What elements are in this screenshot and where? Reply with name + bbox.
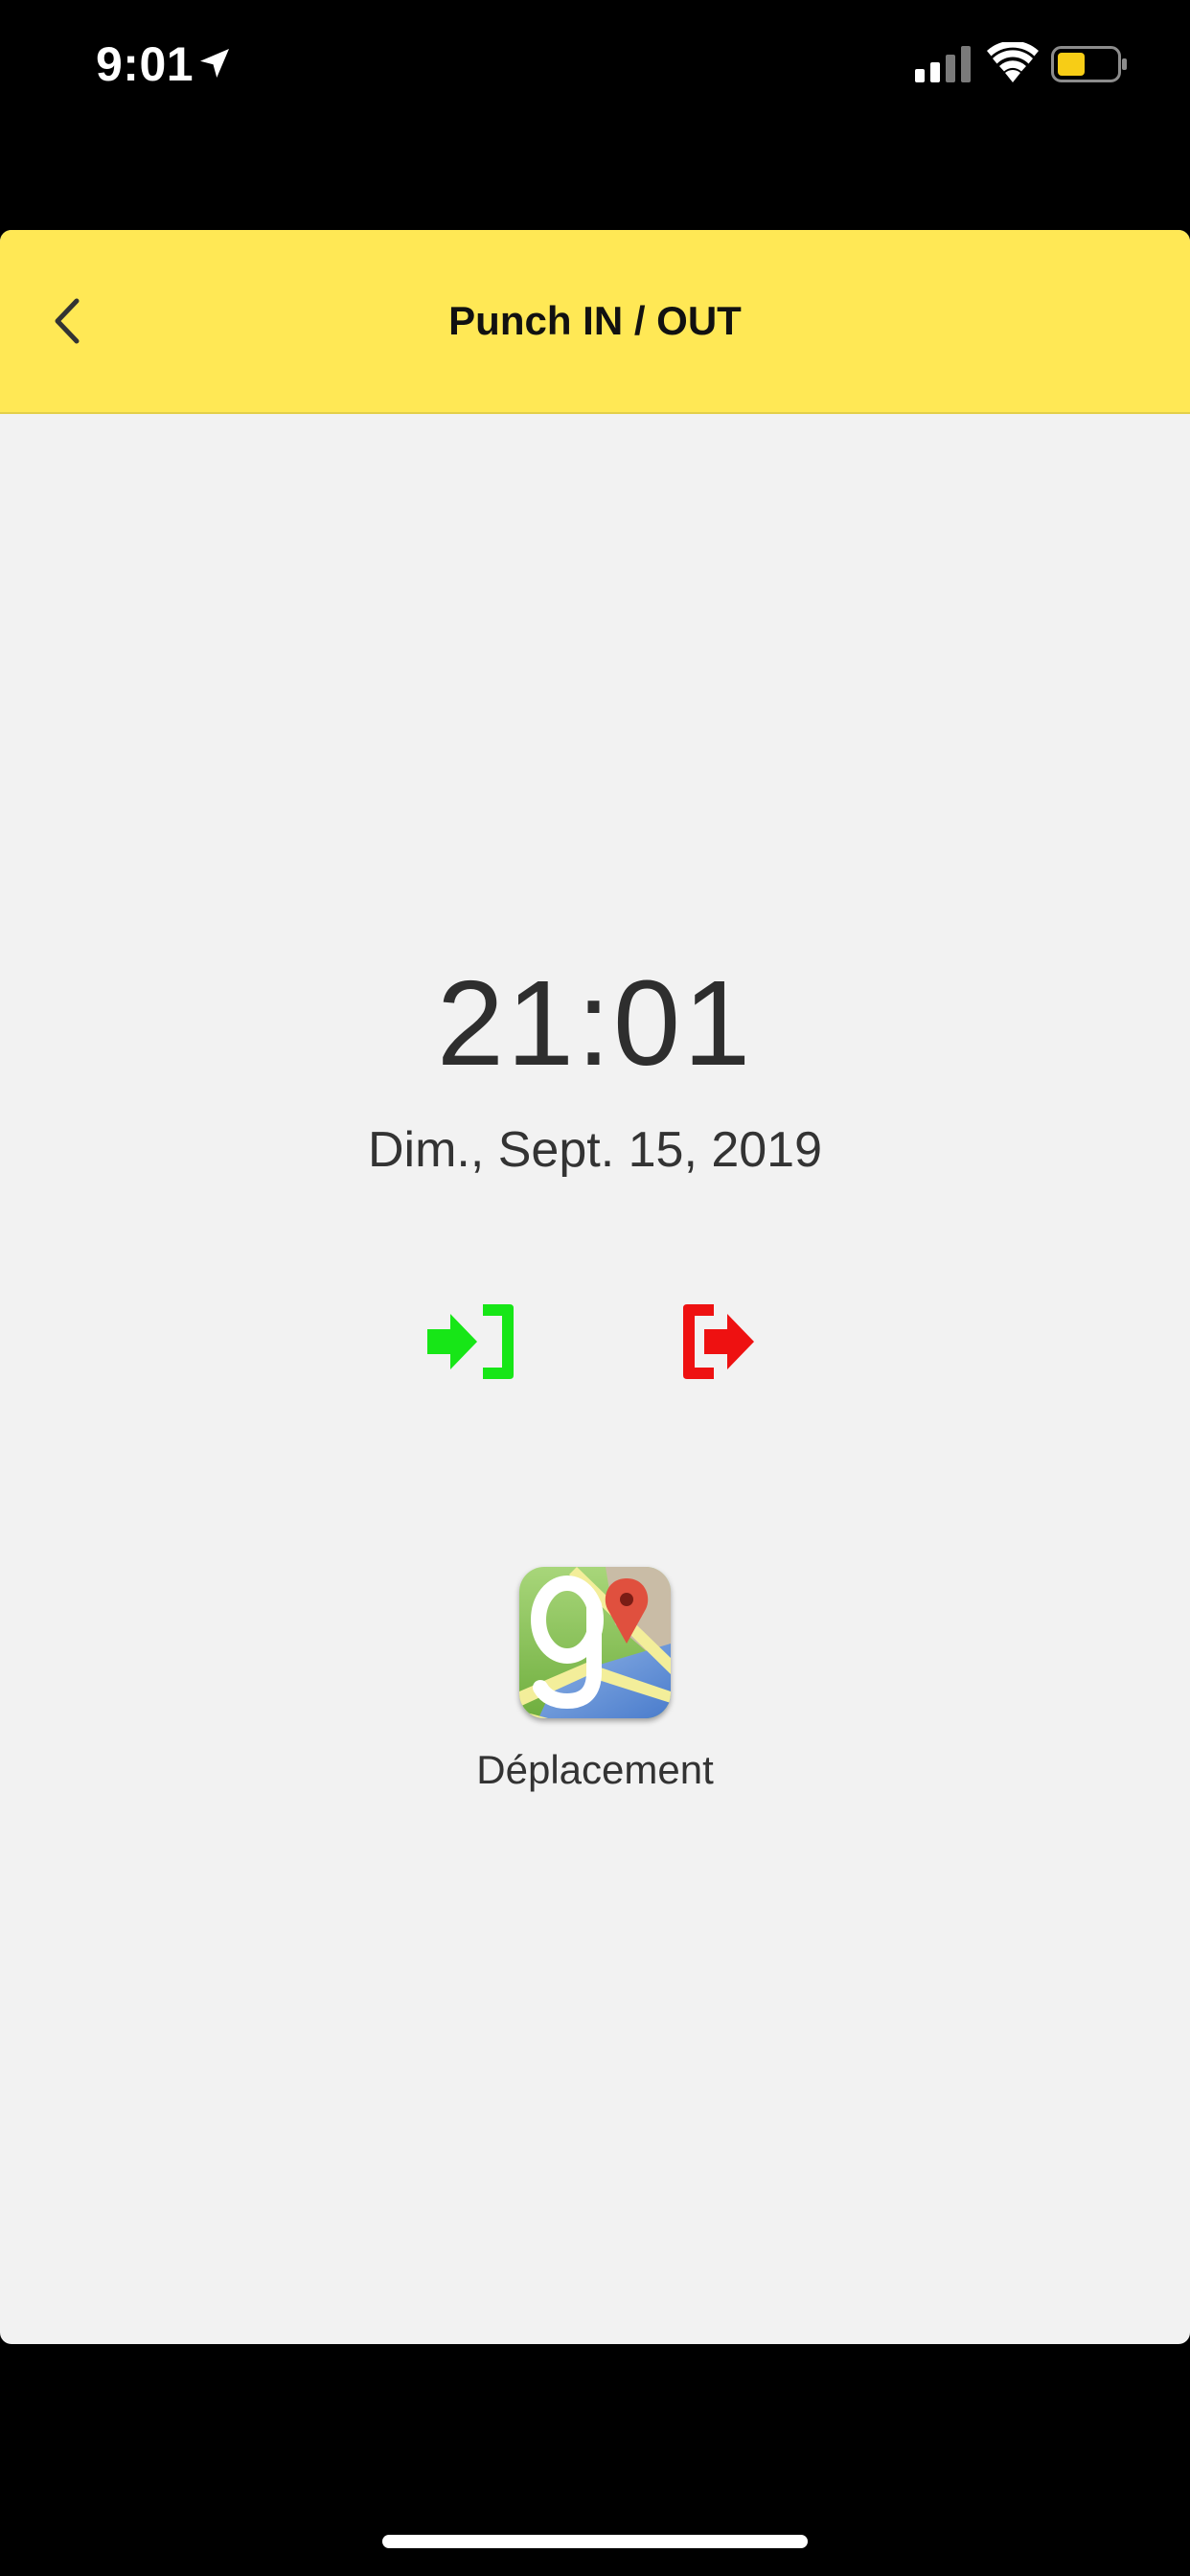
- status-bar: 9:01: [0, 0, 1190, 134]
- nav-bar: Punch IN / OUT: [0, 230, 1190, 414]
- app-screen: Punch IN / OUT 21:01 Dim., Sept. 15, 201…: [0, 230, 1190, 2344]
- punch-in-button[interactable]: [427, 1299, 523, 1385]
- location-arrow-icon: [200, 49, 229, 78]
- battery-icon: [1051, 46, 1127, 82]
- sign-in-icon: [427, 1304, 514, 1379]
- back-button[interactable]: [38, 289, 96, 353]
- sign-out-icon: [683, 1304, 754, 1379]
- deplacement-button[interactable]: Déplacement: [476, 1567, 714, 1816]
- cell-signal-icon: [915, 46, 971, 82]
- wifi-icon: [987, 42, 1039, 82]
- home-indicator: [382, 2535, 808, 2548]
- punch-out-button[interactable]: [674, 1299, 769, 1385]
- page-title: Punch IN / OUT: [448, 298, 742, 343]
- clock-date: Dim., Sept. 15, 2019: [367, 1122, 823, 1178]
- deplacement-label: Déplacement: [476, 1747, 714, 1792]
- clock-time: 21:01: [436, 955, 754, 1091]
- google-maps-icon: [519, 1567, 671, 1718]
- status-time: 9:01: [96, 37, 195, 91]
